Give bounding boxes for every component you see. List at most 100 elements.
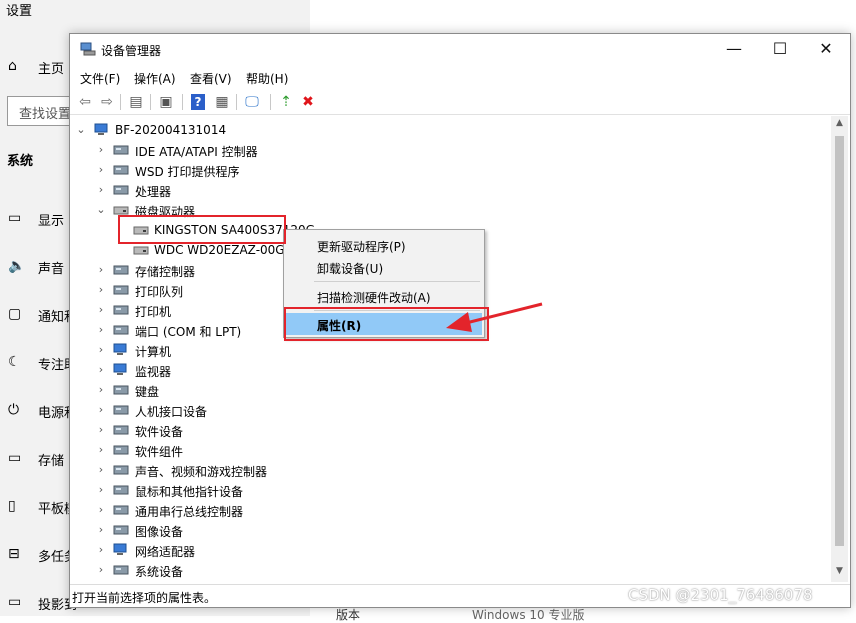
scroll-thumb[interactable] [835, 136, 844, 546]
computer-root-icon [94, 123, 108, 135]
focus-icon: ☾ [8, 354, 21, 370]
settings-nav-item[interactable]: ▭ 投影到 [0, 592, 80, 616]
tablet-icon: ▯ [8, 498, 16, 514]
sound-icon: 🔈 [8, 258, 26, 274]
category-node[interactable]: › IDE ATA/ATAPI 控制器 [71, 140, 831, 160]
list-view-icon[interactable]: ▣ [156, 92, 176, 112]
menu-view[interactable]: 查看(V) [190, 70, 232, 87]
uninstall-device-menu-item[interactable]: 卸载设备(U) [286, 256, 482, 278]
chevron-right-icon[interactable]: › [95, 482, 107, 498]
chevron-right-icon[interactable]: › [95, 522, 107, 538]
tree-item-label: 打印机 [135, 305, 172, 319]
category-node[interactable]: › 通用串行总线控制器 [71, 500, 831, 520]
tree-item-label: 键盘 [135, 385, 160, 399]
tree-item-label: 打印队列 [135, 285, 184, 299]
software-device-icon [113, 425, 129, 435]
category-node[interactable]: › 键盘 [71, 380, 831, 400]
chevron-right-icon[interactable]: › [95, 322, 107, 338]
device-tree[interactable]: ⌄ BF-202004131014 › IDE ATA/ATAPI 控制器 › WSD 打… [71, 116, 831, 582]
settings-nav-item[interactable]: ▭ 存储 [0, 448, 80, 472]
status-text: 打开当前选择项的属性表。 [72, 591, 217, 605]
update-driver-icon[interactable]: ⇡ [276, 92, 296, 112]
minimize-button[interactable]: — [711, 34, 757, 66]
menu-file[interactable]: 文件(F) [80, 70, 120, 87]
settings-nav-item[interactable]: ▭ 显示 [0, 208, 80, 232]
category-node[interactable]: › 软件组件 [71, 440, 831, 460]
category-node[interactable]: › 监视器 [71, 360, 831, 380]
chevron-down-icon[interactable]: ⌄ [75, 122, 87, 138]
settings-nav-label: 主页 [38, 62, 65, 77]
usb-icon [113, 505, 129, 515]
settings-nav-item[interactable]: ⌂ 主页 [0, 56, 80, 80]
back-arrow-icon[interactable]: ⇦ [75, 92, 95, 112]
annotation-arrow-icon [446, 302, 543, 332]
tree-item-label: 图像设备 [135, 525, 184, 539]
tree-item-label: IDE ATA/ATAPI 控制器 [135, 145, 258, 159]
settings-nav-label: 声音 [38, 262, 65, 277]
printer-icon [113, 305, 129, 315]
category-node[interactable]: › 计算机 [71, 340, 831, 360]
device-manager-icon [80, 42, 96, 56]
scroll-up-icon[interactable]: ▲ [831, 118, 848, 132]
help-icon[interactable]: ? [191, 94, 205, 110]
chevron-right-icon[interactable]: › [95, 182, 107, 198]
chevron-right-icon[interactable]: › [95, 562, 107, 578]
uninstall-icon[interactable]: ✖ [298, 92, 318, 112]
settings-search-input[interactable]: 查找设置 [7, 96, 77, 126]
category-node[interactable]: › 网络适配器 [71, 540, 831, 560]
settings-nav-item[interactable]: ⊟ 多任务 [0, 544, 80, 568]
properties-view-icon[interactable]: ▤ [126, 92, 146, 112]
chevron-right-icon[interactable]: › [95, 302, 107, 318]
vertical-scrollbar[interactable]: ▲ ▼ [831, 116, 848, 582]
chevron-right-icon[interactable]: › [95, 422, 107, 438]
title-bar[interactable]: 设备管理器 — ☐ ✕ [70, 34, 850, 66]
settings-nav-item[interactable]: ☾ 专注助 [0, 352, 80, 376]
resources-view-icon[interactable]: ▦ [212, 92, 232, 112]
chevron-down-icon[interactable]: ⌄ [95, 202, 107, 218]
menu-action[interactable]: 操作(A) [134, 70, 176, 87]
category-node[interactable]: › 人机接口设备 [71, 400, 831, 420]
chevron-right-icon[interactable]: › [95, 442, 107, 458]
maximize-button[interactable]: ☐ [757, 34, 803, 66]
scroll-down-icon[interactable]: ▼ [831, 566, 848, 580]
close-button[interactable]: ✕ [803, 34, 849, 66]
chevron-right-icon[interactable]: › [95, 282, 107, 298]
menu-divider [314, 281, 480, 282]
settings-nav-label: 存储 [38, 454, 65, 469]
category-node[interactable]: › WSD 打印提供程序 [71, 160, 831, 180]
chevron-right-icon[interactable]: › [95, 262, 107, 278]
disk-icon [133, 246, 149, 255]
toolbar-separator [182, 94, 183, 110]
software-component-icon [113, 445, 129, 455]
chevron-right-icon[interactable]: › [95, 502, 107, 518]
chevron-right-icon[interactable]: › [95, 142, 107, 158]
chevron-right-icon[interactable]: › [95, 462, 107, 478]
settings-nav-item[interactable]: ⏻ 电源和 [0, 400, 80, 424]
chevron-right-icon[interactable]: › [95, 162, 107, 178]
chevron-right-icon[interactable]: › [95, 402, 107, 418]
category-node[interactable]: › 处理器 [71, 180, 831, 200]
chevron-right-icon[interactable]: › [95, 542, 107, 558]
update-driver-menu-item[interactable]: 更新驱动程序(P) [286, 234, 482, 256]
chevron-right-icon[interactable]: › [95, 362, 107, 378]
chevron-right-icon[interactable]: › [95, 342, 107, 358]
forward-arrow-icon[interactable]: ⇨ [97, 92, 117, 112]
category-node[interactable]: › 声音、视频和游戏控制器 [71, 460, 831, 480]
monitor-icon [113, 363, 127, 375]
menu-help[interactable]: 帮助(H) [246, 70, 288, 87]
tree-item-label: 端口 (COM 和 LPT) [135, 325, 242, 339]
scan-hardware-icon[interactable]: 🖵 [242, 92, 262, 112]
chevron-right-icon[interactable]: › [95, 382, 107, 398]
highlight-box-device [118, 215, 286, 244]
settings-section-title: 系统 [7, 154, 34, 169]
toolbar-separator [236, 94, 237, 110]
settings-nav-item[interactable]: ▢ 通知和 [0, 304, 80, 328]
category-node[interactable]: › 系统设备 [71, 560, 831, 580]
tree-root[interactable]: ⌄ BF-202004131014 [71, 120, 831, 140]
watermark: CSDN @2301_76486078 [628, 586, 813, 604]
category-node[interactable]: › 软件设备 [71, 420, 831, 440]
category-node[interactable]: › 鼠标和其他指针设备 [71, 480, 831, 500]
settings-nav-item[interactable]: ▯ 平板模 [0, 496, 80, 520]
settings-nav-item[interactable]: 🔈 声音 [0, 256, 80, 280]
category-node[interactable]: › 图像设备 [71, 520, 831, 540]
